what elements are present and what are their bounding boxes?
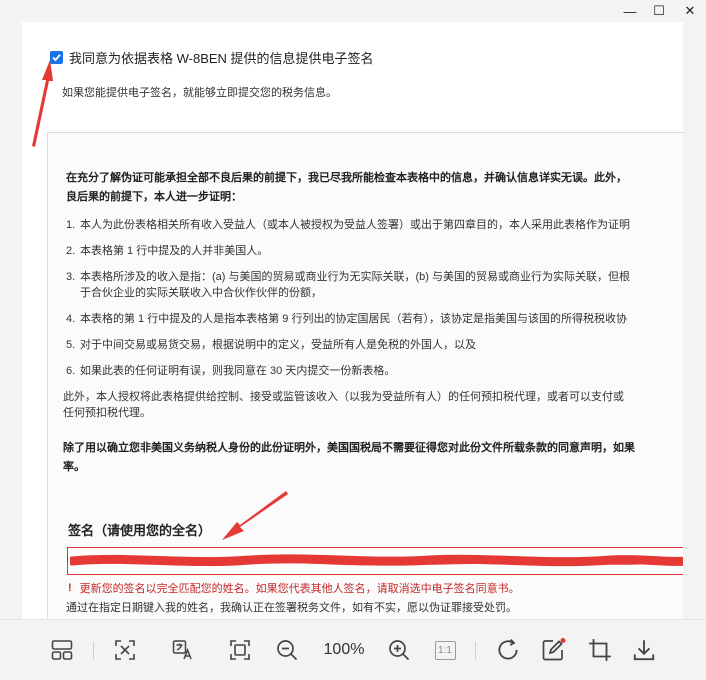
download-button[interactable] (629, 620, 659, 680)
signature-error: ! 更新您的签名以完全匹配您的姓名。如果您代表其他人签名，请取消选中电子签名同意… (68, 580, 520, 596)
intro-line: 在充分了解伪证可能承担全部不良后果的前提下，我已尽我所能检查本表格中的信息，并确… (66, 172, 627, 184)
list-item: 6. 如果此表的任何证明有误，则我同意在 30 天内提交一份新表格。 (66, 365, 396, 377)
actual-size-icon: 1:1 (434, 640, 456, 660)
certification-text: 在充分了解伪证可能承担全部不良后果的前提下，我已尽我所能检查本表格中的信息，并确… (63, 169, 683, 477)
edit-button[interactable] (538, 620, 568, 680)
crop-button[interactable] (585, 620, 615, 680)
rotate-icon (498, 639, 518, 660)
zoom-in-button[interactable] (384, 620, 414, 680)
translate-icon (172, 640, 192, 660)
certification-panel: 在充分了解伪证可能承担全部不良后果的前提下，我已尽我所能检查本表格中的信息，并确… (47, 132, 683, 619)
irs-statement: 率。 (63, 461, 85, 473)
intro-line: 良后果的前提下，本人进一步证明： (66, 191, 242, 203)
crop-frame-button[interactable] (225, 620, 255, 680)
maximize-button[interactable]: ☐ (645, 0, 673, 22)
consent-hint: 如果您能提供电子签名，就能够立即提交您的税务信息。 (62, 87, 337, 99)
fit-icon (115, 640, 135, 660)
close-icon: ✕ (684, 3, 696, 18)
rotate-button[interactable] (493, 620, 523, 680)
edit-icon (542, 638, 566, 661)
zoom-in-icon (389, 640, 410, 661)
list-item-continuation: 于合伙企业的实际关联收入中合伙作伙伴的份额， (80, 287, 322, 299)
list-item: 1. 本人为此份表格相关所有收入受益人（或本人被授权为受益人签署）或出于第四章目的… (66, 219, 630, 231)
image-canvas: 我同意为依据表格 W-8BEN 提供的信息提供电子签名 如果您能提供电子签名，就… (22, 22, 683, 619)
title-bar: — ☐ ✕ (0, 0, 706, 22)
authorization-text: 此外，本人授权将此表格提供给控制、接受或监管该收入（以我为受益所有人）的任何预扣… (63, 391, 624, 403)
signature-label: 签名（请使用您的全名） (68, 523, 212, 538)
crop-icon (589, 639, 611, 661)
zoom-out-button[interactable] (272, 620, 302, 680)
consent-row[interactable]: 我同意为依据表格 W-8BEN 提供的信息提供电子签名 (50, 48, 374, 67)
zoom-out-icon (277, 640, 298, 661)
crop-frame-icon (230, 640, 250, 660)
toolbar-divider (93, 642, 94, 660)
actual-size-button[interactable]: 1:1 (430, 620, 460, 680)
checkmark-icon (52, 54, 61, 62)
minimize-button[interactable]: — (616, 0, 644, 22)
download-icon (633, 640, 655, 661)
maximize-icon: ☐ (653, 3, 665, 18)
list-item: 5. 对于中间交易或易货交易，根据说明中的定义，受益所有人是免税的外国人，以及 (66, 339, 476, 351)
viewer-margin-left (0, 22, 22, 619)
consent-label: 我同意为依据表格 W-8BEN 提供的信息提供电子签名 (69, 51, 374, 66)
signature-note: 通过在指定日期键入我的姓名，我确认正在签署税务文件，如有不实，愿以伪证罪接受处罚… (66, 602, 517, 614)
list-item: 2. 本表格第 1 行中提及的人并非美国人。 (66, 245, 269, 257)
list-item: 4. 本表格的第 1 行中提及的人是指本表格第 9 行列出的协定国居民（若有），该… (66, 313, 627, 325)
translate-button[interactable] (168, 620, 198, 680)
layout-button[interactable] (47, 620, 77, 680)
error-text: 更新您的签名以完全匹配您的姓名。如果您代表其他人签名，请取消选中电子签名同意书。 (79, 583, 520, 595)
viewer-toolbar: 100% 1:1 (0, 619, 706, 680)
zoom-level[interactable]: 100% (318, 620, 370, 680)
minimize-icon: — (623, 3, 637, 19)
signature-input[interactable] (67, 547, 683, 575)
fit-button[interactable] (110, 620, 140, 680)
zoom-level-text: 100% (323, 641, 365, 658)
list-item: 3. 本表格所涉及的收入是指：(a) 与美国的贸易或商业行为无实际关联，(b) 与… (66, 271, 630, 283)
toolbar-divider (475, 642, 476, 660)
viewer-margin-right (683, 22, 706, 619)
redaction-scribble (70, 554, 683, 567)
layout-icon (51, 640, 73, 660)
error-icon: ! (68, 582, 72, 594)
authorization-text: 任何预扣税代理。 (63, 407, 151, 419)
close-button[interactable]: ✕ (676, 0, 704, 22)
irs-statement: 除了用以确立您非美国义务纳税人身份的此份证明外，美国国税局不需要征得您对此份文件… (63, 442, 635, 454)
consent-checkbox[interactable] (50, 51, 63, 64)
